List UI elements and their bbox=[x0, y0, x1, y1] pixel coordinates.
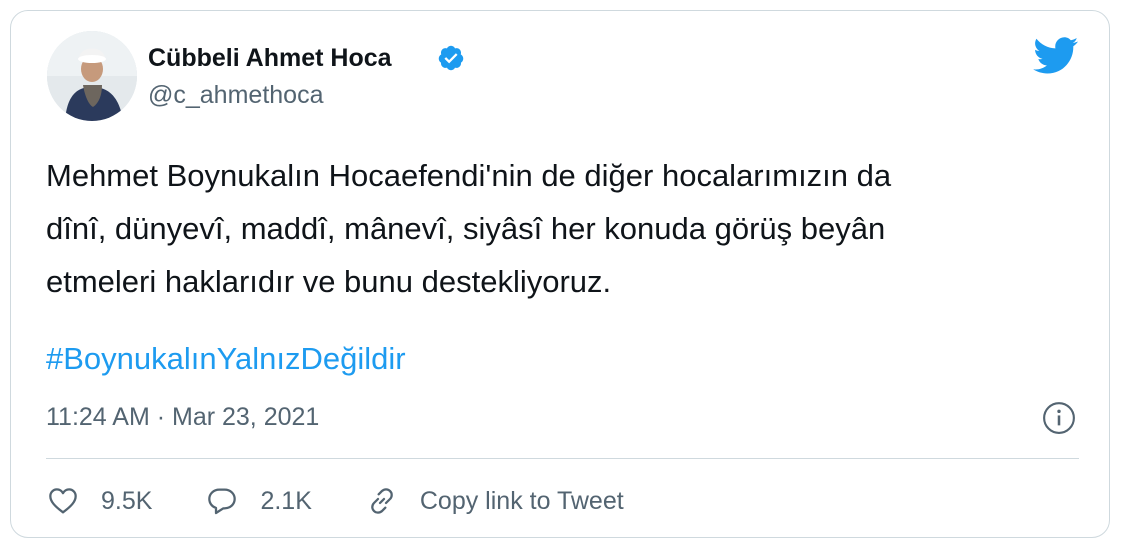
tweet-line: dînî, dünyevî, maddî, mânevî, siyâsî her… bbox=[46, 211, 886, 246]
copy-link-label: Copy link to Tweet bbox=[419, 486, 624, 515]
hashtag-link[interactable]: #BoynukalınYalnızDeğildir bbox=[46, 341, 406, 377]
copy-link-button[interactable]: Copy link to Tweet bbox=[366, 485, 624, 517]
like-button[interactable]: 9.5K bbox=[47, 485, 152, 517]
author-name[interactable]: Cübbeli Ahmet Hoca bbox=[148, 44, 392, 73]
tweet-text: Mehmet Boynukalın Hocaefendi'nin de diğe… bbox=[46, 149, 1086, 308]
info-icon[interactable] bbox=[1042, 401, 1076, 435]
reply-button[interactable]: 2.1K bbox=[206, 485, 312, 517]
author-avatar[interactable] bbox=[47, 31, 137, 121]
author-handle[interactable]: @c_ahmethoca bbox=[148, 81, 323, 110]
verified-badge-icon bbox=[438, 45, 464, 71]
tweet-line: etmeleri haklarıdır ve bunu destekliyoru… bbox=[46, 264, 612, 299]
reply-count: 2.1K bbox=[260, 486, 312, 515]
tweet-card: Cübbeli Ahmet Hoca @c_ahmethoca Mehmet B… bbox=[10, 10, 1110, 538]
speech-bubble-icon bbox=[208, 488, 237, 515]
action-bar: 9.5K 2.1K Copy link to Tweet bbox=[47, 481, 678, 521]
heart-icon bbox=[49, 488, 77, 514]
twitter-bird-icon[interactable] bbox=[1033, 37, 1079, 75]
like-count: 9.5K bbox=[101, 486, 153, 515]
link-icon bbox=[371, 488, 393, 514]
divider bbox=[46, 458, 1079, 459]
tweet-timestamp[interactable]: 11:24 AM · Mar 23, 2021 bbox=[46, 403, 319, 432]
tweet-line: Mehmet Boynukalın Hocaefendi'nin de diğe… bbox=[46, 158, 892, 193]
